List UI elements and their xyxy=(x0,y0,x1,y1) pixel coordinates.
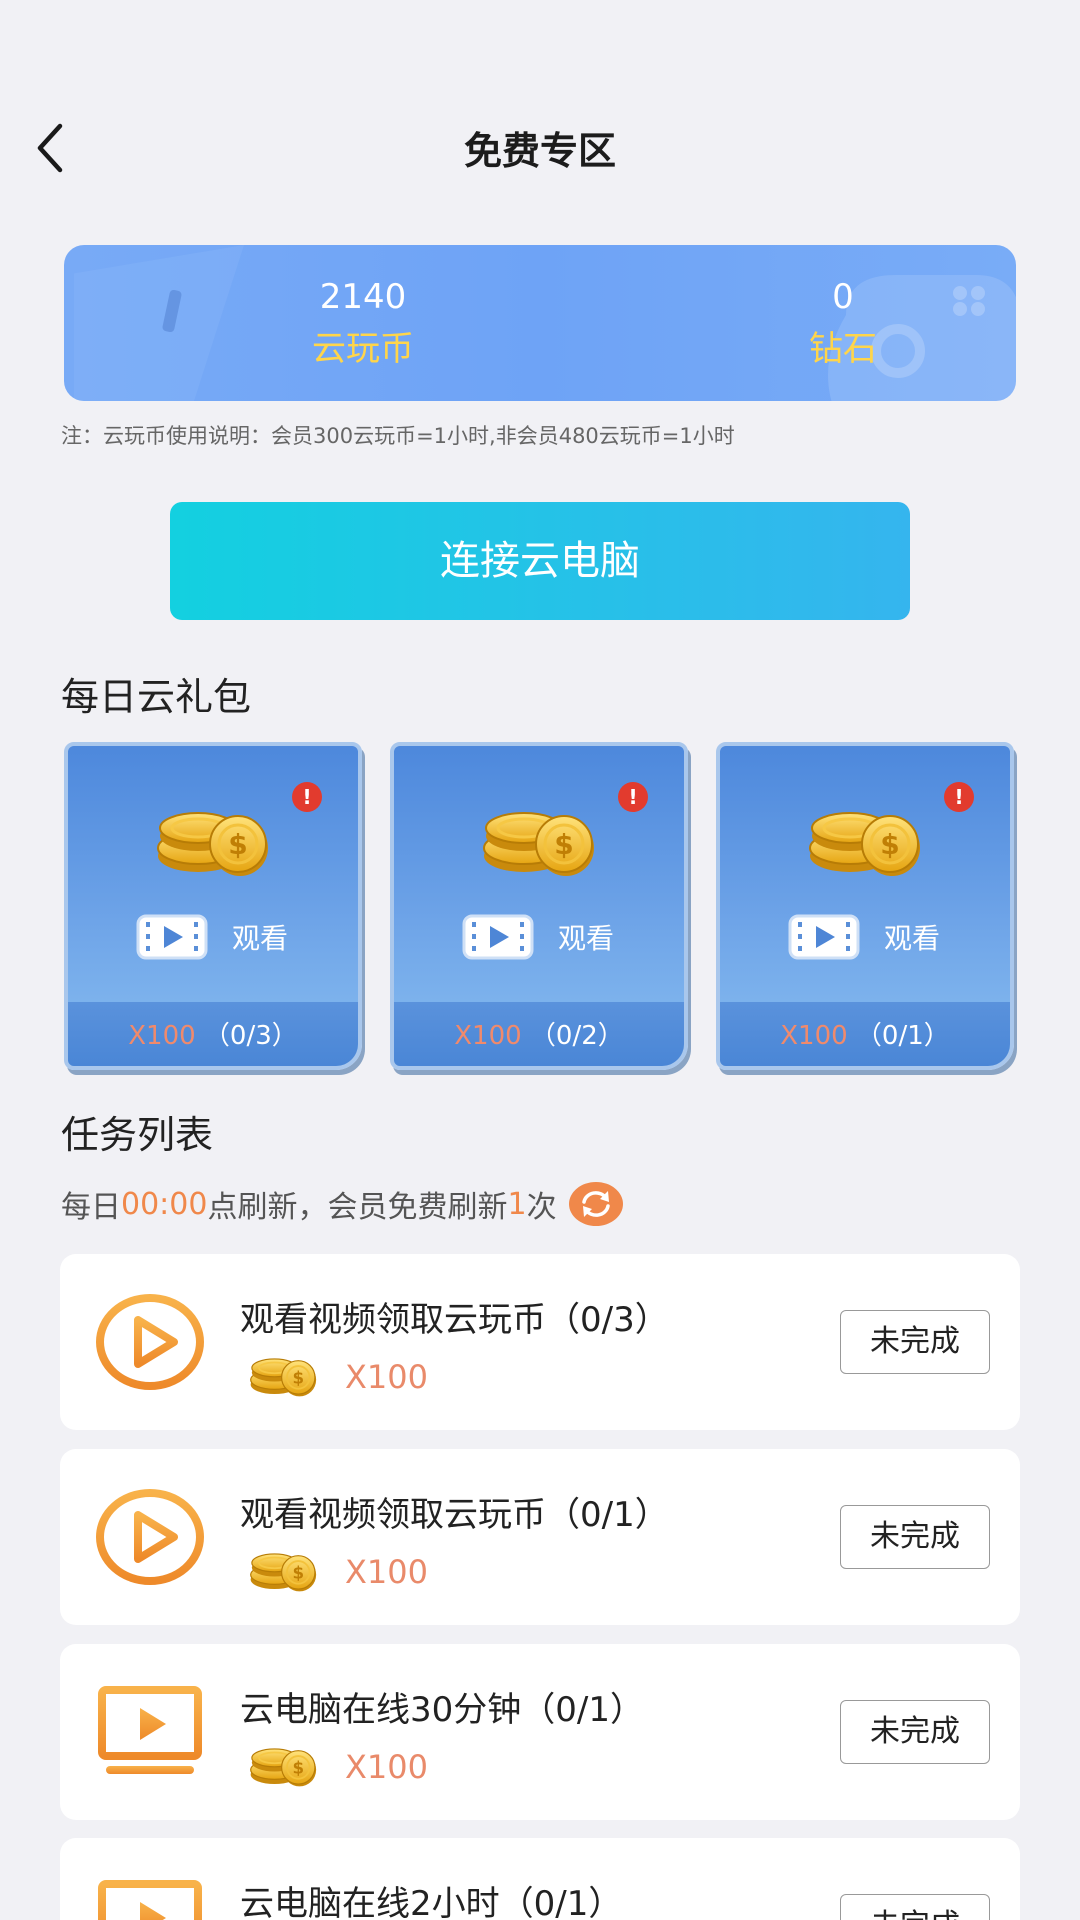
refresh-middle: 点刷新，会员免费刷新 xyxy=(207,1190,508,1225)
watch-label: 观看 xyxy=(558,922,615,955)
task-title: 云电脑在线30分钟（0/1） xyxy=(240,1690,644,1730)
refresh-suffix: 次 xyxy=(526,1190,557,1225)
refresh-info: 每日 00:00 点刷新，会员免费刷新 1 次 xyxy=(61,1182,623,1226)
diamond-balance-value: 0 xyxy=(832,277,854,317)
page-title: 免费专区 xyxy=(463,129,616,173)
play-circle-icon xyxy=(94,1292,206,1392)
gold-coins-icon xyxy=(244,1350,324,1400)
alert-badge: ! xyxy=(292,782,322,812)
gift-reward: X100 （0/1） xyxy=(720,1015,1010,1052)
watch-label: 观看 xyxy=(884,922,941,955)
alert-badge: ! xyxy=(618,782,648,812)
gift-card[interactable]: ! 观看 X100 （0/2） xyxy=(390,742,688,1070)
task-status-button[interactable]: 未完成 xyxy=(840,1700,990,1764)
gold-coins-icon xyxy=(154,798,274,882)
task-list-title: 任务列表 xyxy=(61,1113,214,1157)
connect-cloud-pc-button[interactable]: 连接云电脑 xyxy=(170,502,910,620)
gift-reward: X100 （0/3） xyxy=(68,1015,358,1052)
balance-card: 2140 云玩币 0 钻石 xyxy=(64,245,1016,401)
reward-amount: X100 xyxy=(128,1021,196,1051)
reward-progress: （0/3） xyxy=(203,1021,298,1051)
task-row: 观看视频领取云玩币（0/3） X100 未完成 xyxy=(60,1254,1020,1430)
reward-progress: （0/1） xyxy=(855,1021,950,1051)
gold-coins-icon xyxy=(244,1545,324,1595)
video-film-icon xyxy=(788,914,860,960)
refresh-prefix: 每日 xyxy=(61,1190,121,1225)
top-bar: 免费专区 xyxy=(0,0,1080,200)
task-row: 观看视频领取云玩币（0/1） X100 未完成 xyxy=(60,1449,1020,1625)
gold-coins-icon xyxy=(244,1740,324,1790)
refresh-icon[interactable] xyxy=(568,1182,623,1226)
monitor-play-icon xyxy=(94,1876,206,1920)
gift-reward: X100 （0/2） xyxy=(394,1015,684,1052)
watch-button[interactable]: 观看 xyxy=(788,914,940,960)
reward-progress: （0/2） xyxy=(529,1021,624,1051)
watch-button[interactable]: 观看 xyxy=(462,914,614,960)
task-row: 云电脑在线2小时（0/1） 未完成 xyxy=(60,1838,1020,1920)
diamond-balance: 0 钻石 xyxy=(723,277,963,369)
coin-balance-label: 云玩币 xyxy=(312,329,414,369)
task-status-button[interactable]: 未完成 xyxy=(840,1310,990,1374)
task-reward: X100 xyxy=(345,1748,428,1786)
gold-coins-icon xyxy=(806,798,926,882)
video-film-icon xyxy=(136,914,208,960)
task-title: 云电脑在线2小时（0/1） xyxy=(240,1884,623,1920)
play-circle-icon xyxy=(94,1487,206,1587)
task-status-button[interactable]: 未完成 xyxy=(840,1505,990,1569)
watch-button[interactable]: 观看 xyxy=(136,914,288,960)
refresh-count: 1 xyxy=(507,1186,527,1222)
daily-gift-title: 每日云礼包 xyxy=(61,675,252,719)
video-film-icon xyxy=(462,914,534,960)
task-title: 观看视频领取云玩币（0/1） xyxy=(240,1495,669,1535)
gift-card[interactable]: ! 观看 X100 （0/3） xyxy=(64,742,362,1070)
gold-coins-icon xyxy=(480,798,600,882)
monitor-play-icon xyxy=(94,1682,206,1782)
task-row: 云电脑在线30分钟（0/1） X100 未完成 xyxy=(60,1644,1020,1820)
task-reward: X100 xyxy=(345,1358,428,1396)
reward-amount: X100 xyxy=(454,1021,522,1051)
task-reward: X100 xyxy=(345,1553,428,1591)
task-title: 观看视频领取云玩币（0/3） xyxy=(240,1300,669,1340)
diamond-balance-label: 钻石 xyxy=(809,329,877,369)
refresh-time: 00:00 xyxy=(121,1186,208,1222)
alert-badge: ! xyxy=(944,782,974,812)
gift-card[interactable]: ! 观看 X100 （0/1） xyxy=(716,742,1014,1070)
coin-balance: 2140 云玩币 xyxy=(243,277,483,369)
task-status-button[interactable]: 未完成 xyxy=(840,1894,990,1920)
watch-label: 观看 xyxy=(232,922,289,955)
usage-note: 注：云玩币使用说明：会员300云玩币=1小时,非会员480云玩币=1小时 xyxy=(61,424,735,448)
coin-balance-value: 2140 xyxy=(319,277,407,317)
reward-amount: X100 xyxy=(780,1021,848,1051)
